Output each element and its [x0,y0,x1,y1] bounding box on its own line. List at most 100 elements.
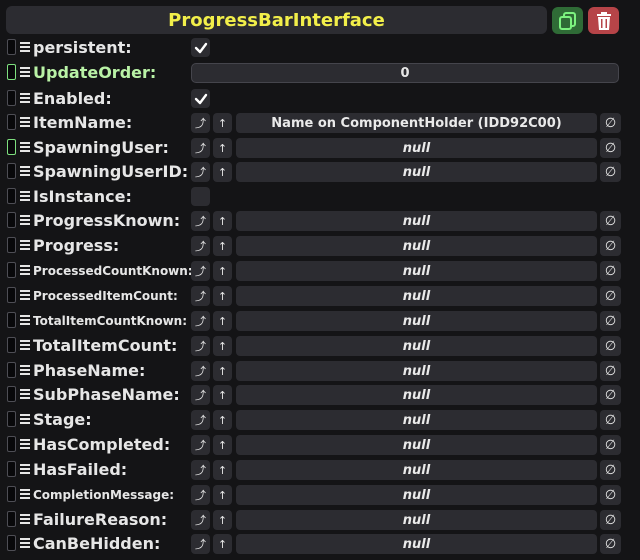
drag-handle-icon[interactable] [7,362,16,378]
arrow-up-icon[interactable]: ↑ [213,435,232,455]
drag-handle-icon[interactable] [7,64,16,80]
clear-null-icon[interactable]: ∅ [600,336,621,356]
arrow-up-icon[interactable]: ↑ [213,138,232,158]
hamburger-icon[interactable] [20,142,30,152]
jump-to-icon[interactable]: ⤴ [191,435,210,455]
jump-to-icon[interactable]: ⤴ [191,385,210,405]
jump-to-icon[interactable]: ⤴ [191,311,210,331]
reference-field[interactable]: null [236,236,597,256]
hamburger-icon[interactable] [20,340,30,350]
drag-handle-icon[interactable] [7,262,16,278]
clear-null-icon[interactable]: ∅ [600,138,621,158]
drag-handle-icon[interactable] [7,237,16,253]
arrow-up-icon[interactable]: ↑ [213,336,232,356]
arrow-up-icon[interactable]: ↑ [213,485,232,505]
jump-to-icon[interactable]: ⤴ [191,510,210,530]
hamburger-icon[interactable] [20,538,30,548]
reference-field[interactable]: null [236,385,597,405]
hamburger-icon[interactable] [20,93,30,103]
clear-null-icon[interactable]: ∅ [600,410,621,430]
reference-field[interactable]: null [236,336,597,356]
reference-field[interactable]: null [236,435,597,455]
arrow-up-icon[interactable]: ↑ [213,534,232,554]
jump-to-icon[interactable]: ⤴ [191,485,210,505]
reference-field[interactable]: null [236,485,597,505]
arrow-up-icon[interactable]: ↑ [213,286,232,306]
hamburger-icon[interactable] [20,215,30,225]
arrow-up-icon[interactable]: ↑ [213,236,232,256]
field-checkbox[interactable] [191,187,210,206]
arrow-up-icon[interactable]: ↑ [213,510,232,530]
reference-field[interactable]: null [236,361,597,381]
hamburger-icon[interactable] [20,464,30,474]
reference-field[interactable]: null [236,261,597,281]
reference-field[interactable]: null [236,510,597,530]
jump-to-icon[interactable]: ⤴ [191,534,210,554]
hamburger-icon[interactable] [20,315,30,325]
jump-to-icon[interactable]: ⤴ [191,410,210,430]
hamburger-icon[interactable] [20,191,30,201]
reference-field[interactable]: null [236,410,597,430]
hamburger-icon[interactable] [20,514,30,524]
drag-handle-icon[interactable] [7,386,16,402]
clear-null-icon[interactable]: ∅ [600,435,621,455]
clear-null-icon[interactable]: ∅ [600,385,621,405]
hamburger-icon[interactable] [20,265,30,275]
hamburger-icon[interactable] [20,166,30,176]
clear-null-icon[interactable]: ∅ [600,361,621,381]
arrow-up-icon[interactable]: ↑ [213,162,232,182]
jump-to-icon[interactable]: ⤴ [191,211,210,231]
reference-field[interactable]: null [236,162,597,182]
arrow-up-icon[interactable]: ↑ [213,211,232,231]
number-input[interactable]: 0 [191,63,619,83]
reference-field[interactable]: null [236,211,597,231]
arrow-up-icon[interactable]: ↑ [213,410,232,430]
drag-handle-icon[interactable] [7,114,16,130]
drag-handle-icon[interactable] [7,39,16,55]
drag-handle-icon[interactable] [7,188,16,204]
clear-null-icon[interactable]: ∅ [600,311,621,331]
field-checkbox[interactable] [191,38,210,57]
clear-null-icon[interactable]: ∅ [600,162,621,182]
clear-null-icon[interactable]: ∅ [600,236,621,256]
duplicate-button[interactable] [552,7,583,34]
jump-to-icon[interactable]: ⤴ [191,236,210,256]
clear-null-icon[interactable]: ∅ [600,485,621,505]
drag-handle-icon[interactable] [7,535,16,551]
jump-to-icon[interactable]: ⤴ [191,113,210,133]
jump-to-icon[interactable]: ⤴ [191,286,210,306]
hamburger-icon[interactable] [20,240,30,250]
drag-handle-icon[interactable] [7,312,16,328]
drag-handle-icon[interactable] [7,436,16,452]
drag-handle-icon[interactable] [7,212,16,228]
drag-handle-icon[interactable] [7,139,16,155]
drag-handle-icon[interactable] [7,461,16,477]
drag-handle-icon[interactable] [7,337,16,353]
clear-null-icon[interactable]: ∅ [600,211,621,231]
clear-null-icon[interactable]: ∅ [600,261,621,281]
clear-null-icon[interactable]: ∅ [600,113,621,133]
reference-field[interactable]: null [236,311,597,331]
reference-field[interactable]: null [236,460,597,480]
jump-to-icon[interactable]: ⤴ [191,138,210,158]
arrow-up-icon[interactable]: ↑ [213,311,232,331]
delete-button[interactable] [588,7,619,34]
jump-to-icon[interactable]: ⤴ [191,361,210,381]
arrow-up-icon[interactable]: ↑ [213,460,232,480]
jump-to-icon[interactable]: ⤴ [191,460,210,480]
hamburger-icon[interactable] [20,365,30,375]
drag-handle-icon[interactable] [7,163,16,179]
hamburger-icon[interactable] [20,489,30,499]
drag-handle-icon[interactable] [7,511,16,527]
clear-null-icon[interactable]: ∅ [600,286,621,306]
drag-handle-icon[interactable] [7,287,16,303]
reference-field[interactable]: null [236,534,597,554]
arrow-up-icon[interactable]: ↑ [213,261,232,281]
arrow-up-icon[interactable]: ↑ [213,385,232,405]
reference-field[interactable]: null [236,138,597,158]
hamburger-icon[interactable] [20,117,30,127]
clear-null-icon[interactable]: ∅ [600,460,621,480]
drag-handle-icon[interactable] [7,486,16,502]
clear-null-icon[interactable]: ∅ [600,510,621,530]
arrow-up-icon[interactable]: ↑ [213,113,232,133]
